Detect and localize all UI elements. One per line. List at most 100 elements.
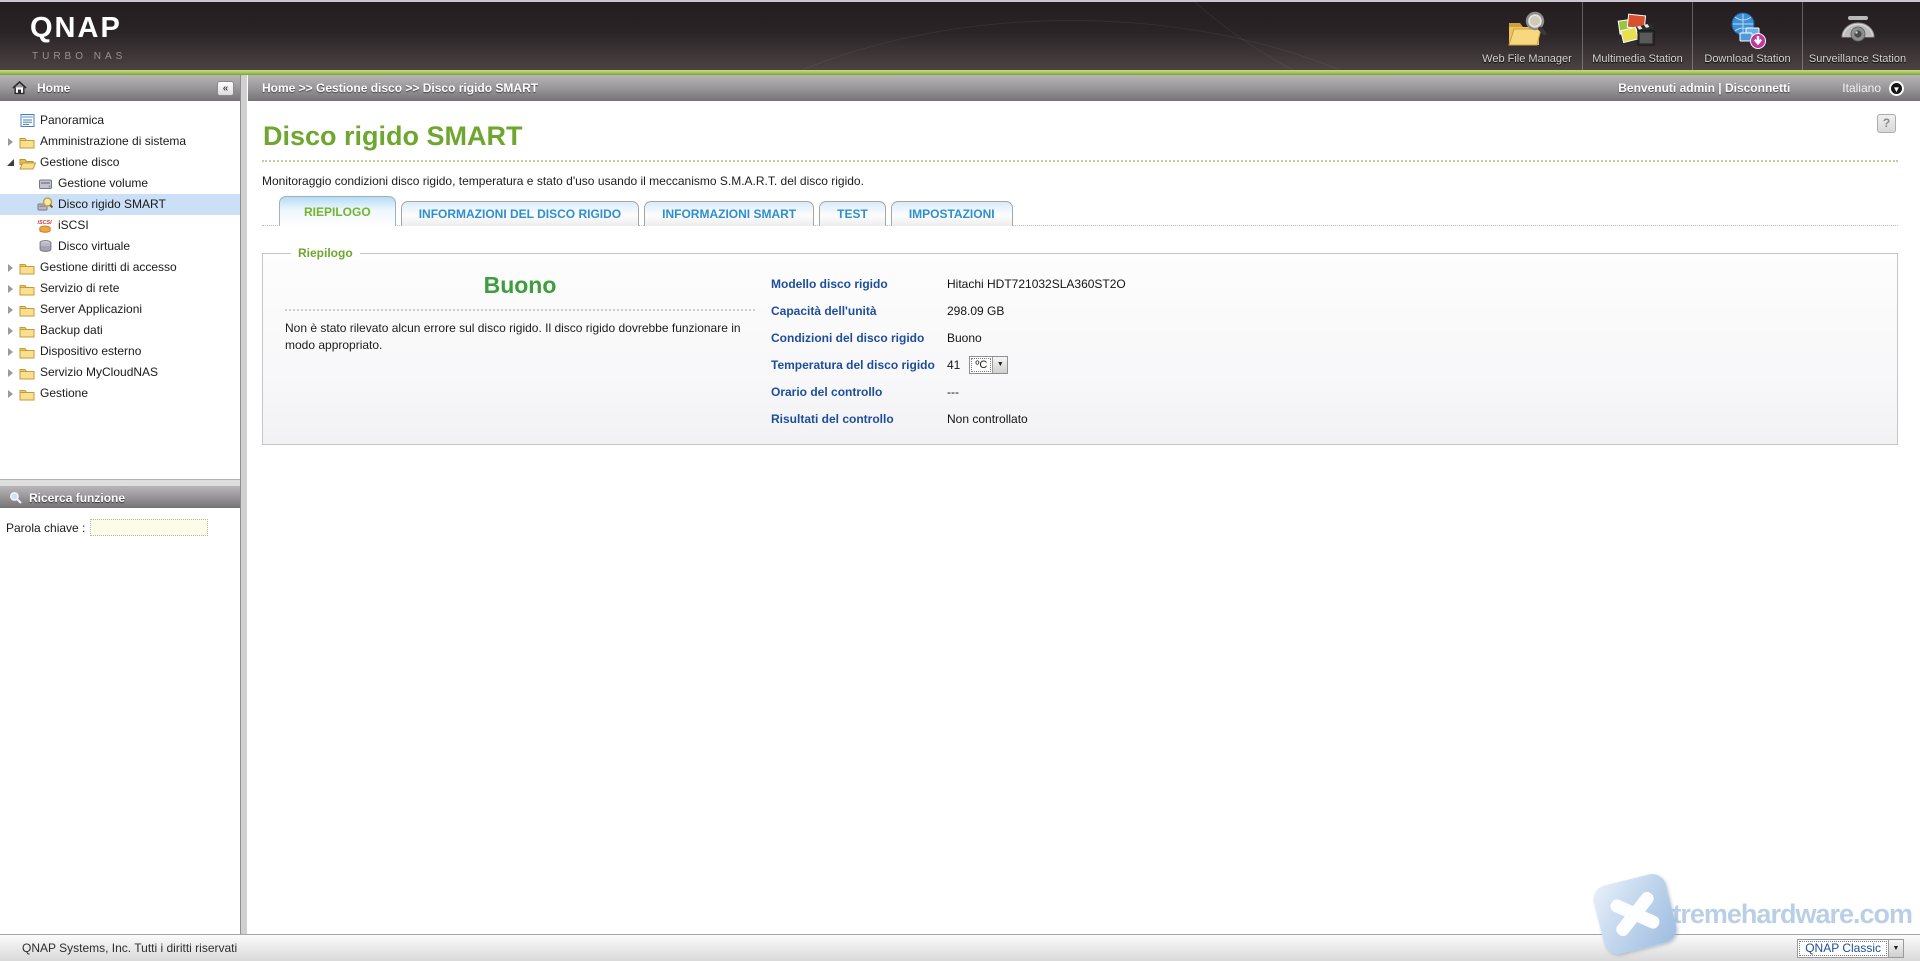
sidebar-item-dispositivo-esterno[interactable]: Dispositivo esterno xyxy=(0,341,240,362)
smart-icon xyxy=(36,197,54,212)
xtremehardware-logo-icon xyxy=(1591,871,1680,957)
disk-status: Buono xyxy=(285,272,755,299)
sidebar-item-label: Disco rigido SMART xyxy=(58,194,166,215)
sidebar-item-label: iSCSI xyxy=(58,215,89,236)
temperature-unit-dropdown-icon[interactable]: ▼ xyxy=(992,357,1007,373)
sidebar-item-servizio-di-rete[interactable]: Servizio di rete xyxy=(0,278,240,299)
summary-fieldset: Riepilogo Buono Non è stato rilevato alc… xyxy=(262,253,1898,445)
sidebar-item-servizio-mycloudnas[interactable]: Servizio MyCloudNAS xyxy=(0,362,240,383)
disk-details-column: Modello disco rigidoHitachi HDT721032SLA… xyxy=(771,270,1126,432)
detail-value: --- xyxy=(947,385,959,399)
sidebar-item-gestione-disco[interactable]: Gestione disco xyxy=(0,152,240,173)
sidebar-item-disco-virtuale[interactable]: Disco virtuale xyxy=(0,236,240,257)
sidebar-item-backup-dati[interactable]: Backup dati xyxy=(0,320,240,341)
sidebar: PanoramicaAmministrazione di sistemaGest… xyxy=(0,101,240,934)
sidebar-item-disco-rigido-smart[interactable]: Disco rigido SMART xyxy=(0,194,240,215)
detail-value: Hitachi HDT721032SLA360ST2O xyxy=(947,277,1126,291)
sidebar-item-label: Gestione diritti di accesso xyxy=(40,257,177,278)
sidebar-item-label: Panoramica xyxy=(40,110,104,131)
app-label: Web File Manager xyxy=(1482,53,1572,65)
expand-arrow-icon[interactable] xyxy=(5,264,16,272)
tab-informazioni-del-disco-rigido[interactable]: INFORMAZIONI DEL DISCO RIGIDO xyxy=(401,201,639,226)
separator: | xyxy=(1715,81,1725,95)
app-launcher-surveillance-station[interactable]: Surveillance Station xyxy=(1802,2,1912,70)
iscsi-icon: iSCSI xyxy=(36,218,54,233)
help-button[interactable]: ? xyxy=(1877,114,1896,133)
keyword-search-row: Parola chiave : xyxy=(0,508,240,536)
sidebar-item-label: Gestione xyxy=(40,383,88,404)
detail-row-capacit-dell-unit: Capacità dell'unità298.09 GB xyxy=(771,297,1126,324)
logout-link[interactable]: Disconnetti xyxy=(1725,81,1790,95)
title-divider xyxy=(262,160,1898,162)
sidebar-item-gestione[interactable]: Gestione xyxy=(0,383,240,404)
fieldset-body: Buono Non è stato rilevato alcun errore … xyxy=(263,254,1897,432)
breadcrumb-bar: Home >> Gestione disco >> Disco rigido S… xyxy=(248,75,1920,101)
temperature-unit-select[interactable]: ºC▼ xyxy=(969,356,1008,374)
download-station-icon xyxy=(1726,9,1770,51)
tab-impostazioni[interactable]: IMPOSTAZIONI xyxy=(891,201,1013,226)
keyword-input[interactable] xyxy=(90,519,208,536)
language-selector[interactable]: Italiano ▼ xyxy=(1842,81,1904,96)
sidebar-item-gestione-diritti-di-accesso[interactable]: Gestione diritti di accesso xyxy=(0,257,240,278)
qnap-logo: QNAP TURBO NAS xyxy=(0,2,126,70)
detail-label: Capacità dell'unità xyxy=(771,304,947,318)
language-label: Italiano xyxy=(1842,81,1881,95)
app-label: Download Station xyxy=(1704,53,1790,65)
app-launcher-web-file-manager[interactable]: Web File Manager xyxy=(1472,2,1582,70)
app-launcher-download-station[interactable]: Download Station xyxy=(1692,2,1802,70)
sidebar-item-amministrazione-di-sistema[interactable]: Amministrazione di sistema xyxy=(0,131,240,152)
watermark: xtremehardware.com xyxy=(1598,879,1912,949)
sidebar-header-bar: Home « xyxy=(0,75,240,101)
detail-value: Buono xyxy=(947,331,982,345)
expand-arrow-icon[interactable] xyxy=(5,327,16,335)
panel-divider xyxy=(240,75,248,101)
sidebar-item-label: Dispositivo esterno xyxy=(40,341,141,362)
sidebar-item-iscsi[interactable]: iSCSI iSCSI xyxy=(0,215,240,236)
detail-value: Non controllato xyxy=(947,412,1028,426)
sidebar-header-title: Home xyxy=(37,81,217,95)
language-dropdown-icon[interactable]: ▼ xyxy=(1889,81,1904,96)
sidebar-collapse-button[interactable]: « xyxy=(217,81,234,96)
multimedia-station-icon xyxy=(1616,9,1660,51)
virtual-disk-icon xyxy=(36,239,54,254)
sidebar-item-label: Servizio MyCloudNAS xyxy=(40,362,158,383)
collapse-arrow-icon[interactable] xyxy=(5,159,16,166)
detail-value: 41 xyxy=(947,358,960,372)
detail-row-temperatura-del-disco-rigido: Temperatura del disco rigido41 ºC▼ xyxy=(771,351,1126,378)
page-title: Disco rigido SMART xyxy=(263,121,1898,152)
surveillance-station-icon xyxy=(1836,9,1880,51)
folder-icon xyxy=(18,386,36,401)
tab-informazioni-smart[interactable]: INFORMAZIONI SMART xyxy=(644,201,814,226)
brand-name: QNAP xyxy=(30,14,126,43)
expand-arrow-icon[interactable] xyxy=(5,390,16,398)
sidebar-item-panoramica[interactable]: Panoramica xyxy=(0,110,240,131)
tab-strip: RIEPILOGOINFORMAZIONI DEL DISCO RIGIDOIN… xyxy=(262,195,1898,226)
sidebar-item-label: Server Applicazioni xyxy=(40,299,142,320)
panel-divider xyxy=(240,101,248,934)
web-file-manager-icon xyxy=(1505,9,1549,51)
expand-arrow-icon[interactable] xyxy=(5,369,16,377)
status-description: Non è stato rilevato alcun errore sul di… xyxy=(285,320,755,354)
expand-arrow-icon[interactable] xyxy=(5,285,16,293)
tab-riepilogo[interactable]: RIEPILOGO xyxy=(279,196,396,226)
overview-icon xyxy=(18,113,36,128)
folder-icon xyxy=(18,344,36,359)
temperature-unit-value: ºC xyxy=(971,358,991,372)
tab-test[interactable]: TEST xyxy=(819,201,886,226)
fieldset-legend: Riepilogo xyxy=(291,246,360,260)
detail-label: Temperatura del disco rigido xyxy=(771,358,947,372)
detail-row-risultati-del-controllo: Risultati del controlloNon controllato xyxy=(771,405,1126,432)
sidebar-item-server-applicazioni[interactable]: Server Applicazioni xyxy=(0,299,240,320)
app-launcher-multimedia-station[interactable]: Multimedia Station xyxy=(1582,2,1692,70)
detail-label: Modello disco rigido xyxy=(771,277,947,291)
function-search-title: Ricerca funzione xyxy=(29,491,125,505)
page-description: Monitoraggio condizioni disco rigido, te… xyxy=(262,174,1898,188)
sidebar-item-gestione-volume[interactable]: Gestione volume xyxy=(0,173,240,194)
sidebar-item-label: Backup dati xyxy=(40,320,103,341)
expand-arrow-icon[interactable] xyxy=(5,348,16,356)
folder-icon xyxy=(18,281,36,296)
expand-arrow-icon[interactable] xyxy=(5,138,16,146)
folder-icon xyxy=(18,302,36,317)
expand-arrow-icon[interactable] xyxy=(5,306,16,314)
detail-row-modello-disco-rigido: Modello disco rigidoHitachi HDT721032SLA… xyxy=(771,270,1126,297)
